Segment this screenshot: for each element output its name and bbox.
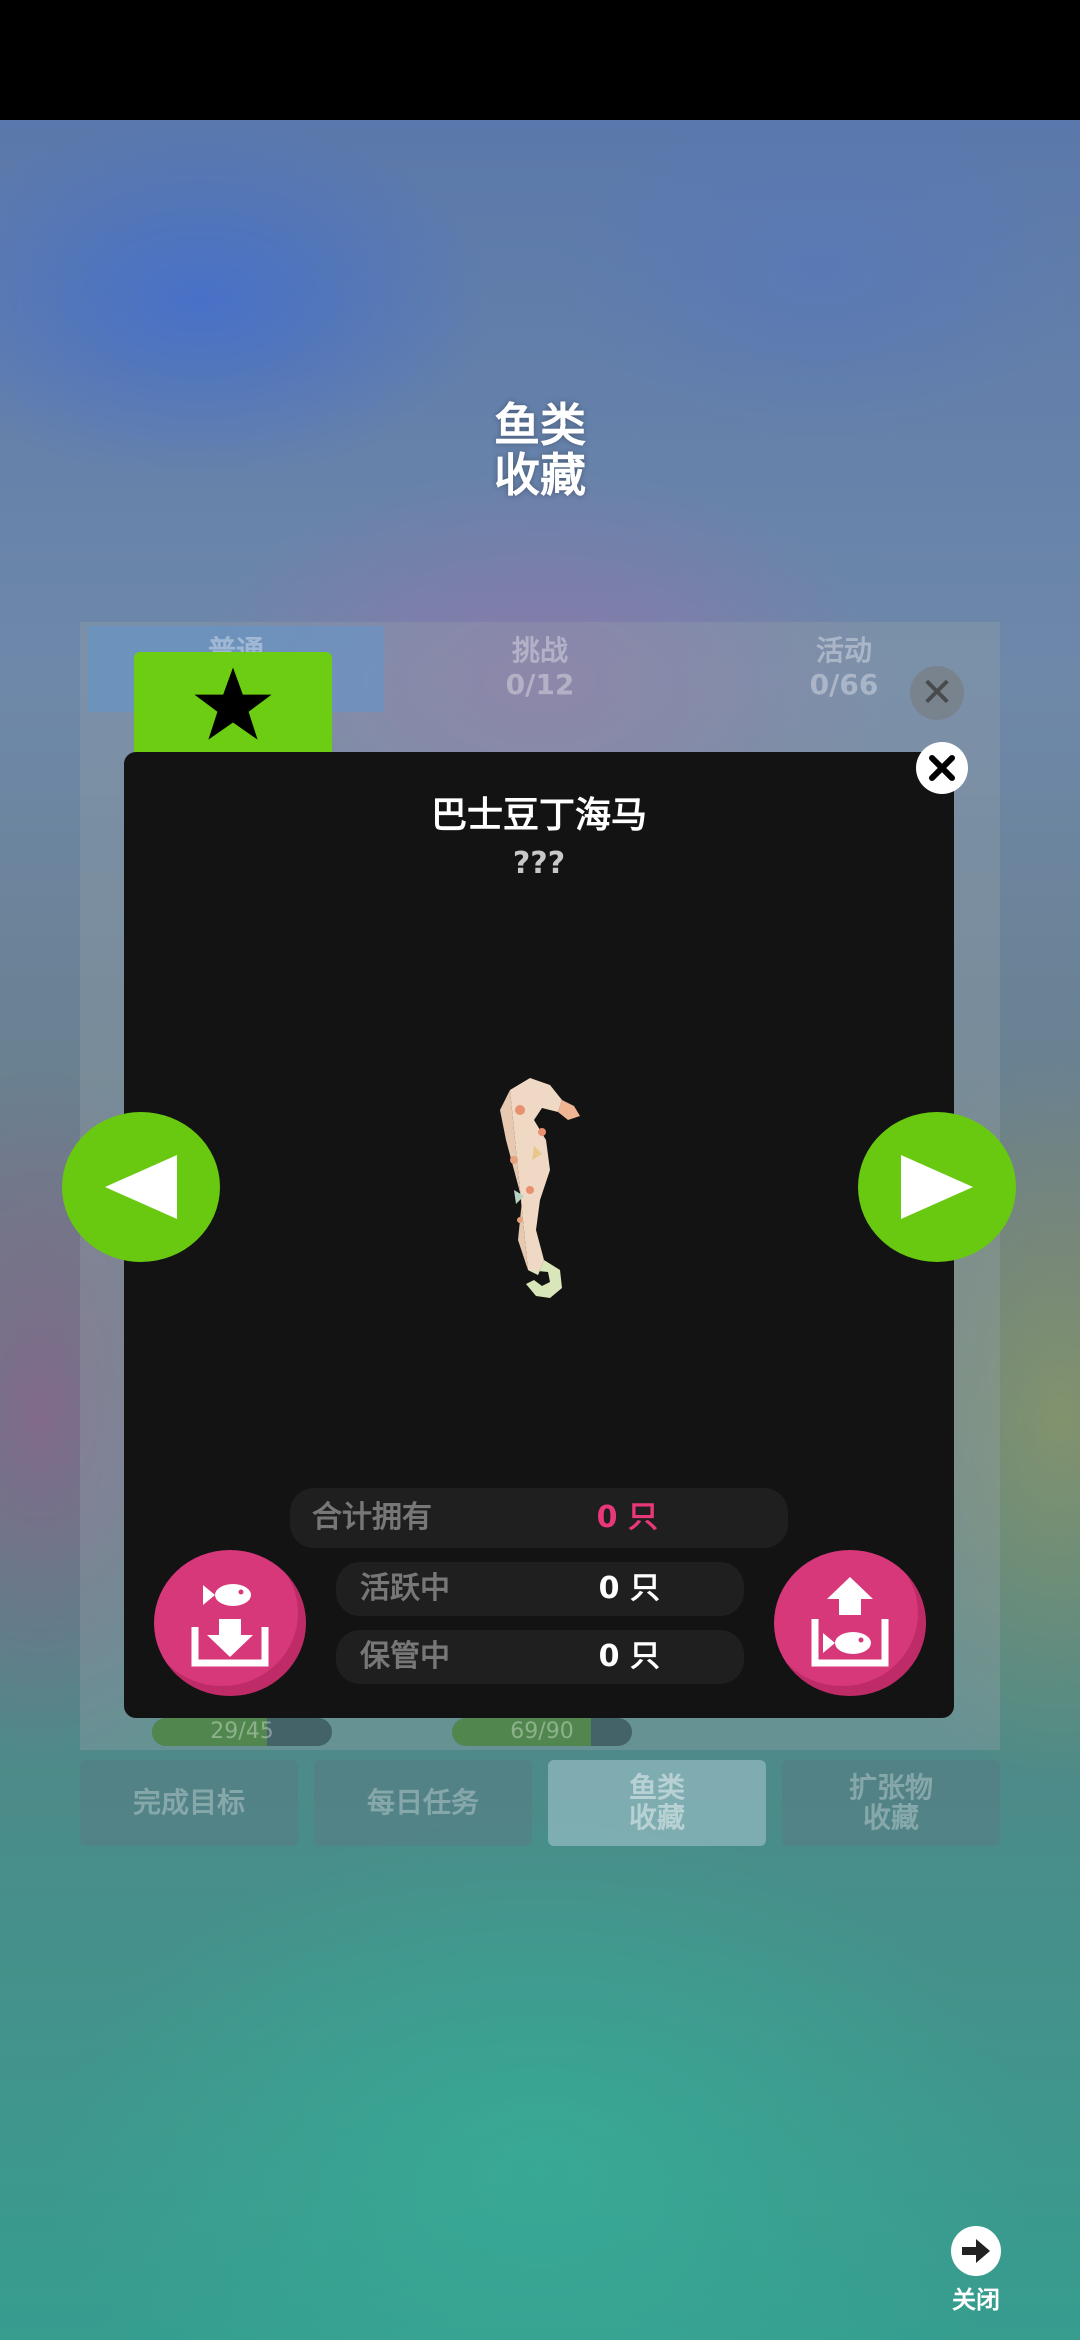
- release-fish-button[interactable]: [774, 1550, 926, 1696]
- nav-fish-collection-label: 鱼类 收藏: [628, 1771, 685, 1834]
- panel-close-icon[interactable]: ✕: [910, 666, 964, 720]
- page-title: 鱼类 收藏: [494, 398, 586, 502]
- exit-label: 关闭: [952, 2286, 1000, 2314]
- arrow-left-icon: [105, 1155, 177, 1219]
- fish-out-of-storage-icon: [811, 1577, 889, 1667]
- total-owned-label: 合计拥有: [312, 1500, 432, 1535]
- previous-fish-button[interactable]: [62, 1112, 220, 1262]
- progress-label-1: 29/45: [210, 1719, 274, 1744]
- total-owned-value: 0 只: [596, 1500, 658, 1535]
- total-owned-row: 合计拥有 0 只: [290, 1488, 788, 1548]
- nav-goals-label: 完成目标: [132, 1786, 245, 1819]
- nav-daily-label: 每日任务: [366, 1786, 479, 1819]
- star-icon: [194, 667, 272, 740]
- fish-into-storage-icon: [191, 1584, 269, 1667]
- arrow-right-icon: [901, 1155, 973, 1219]
- active-row: 活跃中 0 只: [336, 1562, 744, 1616]
- active-label: 活跃中: [360, 1571, 450, 1606]
- store-fish-button[interactable]: [154, 1550, 306, 1696]
- fish-subtitle: ???: [512, 846, 566, 881]
- storage-label: 保管中: [360, 1639, 450, 1674]
- storage-value: 0 只: [598, 1639, 660, 1674]
- tab-challenge[interactable]: 挑战 0/12: [392, 626, 688, 712]
- tab-challenge-label: 挑战: [511, 634, 568, 667]
- progress-bar-1: 29/45: [152, 1718, 332, 1746]
- storage-row: 保管中 0 只: [336, 1630, 744, 1684]
- favorite-tab[interactable]: [134, 652, 332, 756]
- seahorse-image: [500, 1078, 580, 1298]
- status-bar: [0, 0, 1080, 120]
- close-x-glyph: [929, 755, 955, 781]
- exit-arrow-icon: [951, 2226, 1001, 2276]
- nav-goals-button[interactable]: 完成目标: [80, 1760, 298, 1846]
- progress-bar-2: 69/90: [452, 1718, 632, 1746]
- exit-button[interactable]: 关闭: [944, 2226, 1008, 2315]
- nav-expansion-collection-button[interactable]: 扩张物 收藏: [782, 1760, 1000, 1846]
- progress-label-2: 69/90: [510, 1719, 574, 1744]
- fish-name: 巴士豆丁海马: [430, 795, 647, 836]
- tab-event-label: 活动: [815, 634, 872, 667]
- next-fish-button[interactable]: [858, 1112, 1016, 1262]
- nav-expansion-collection-label: 扩张物 收藏: [848, 1771, 933, 1834]
- close-icon[interactable]: [916, 742, 968, 794]
- nav-daily-button[interactable]: 每日任务: [314, 1760, 532, 1846]
- nav-fish-collection-button[interactable]: 鱼类 收藏: [548, 1760, 766, 1846]
- bottom-nav: 完成目标 每日任务 鱼类 收藏 扩张物 收藏: [80, 1760, 1000, 1846]
- tab-challenge-count: 0/12: [505, 668, 575, 701]
- active-value: 0 只: [598, 1571, 660, 1606]
